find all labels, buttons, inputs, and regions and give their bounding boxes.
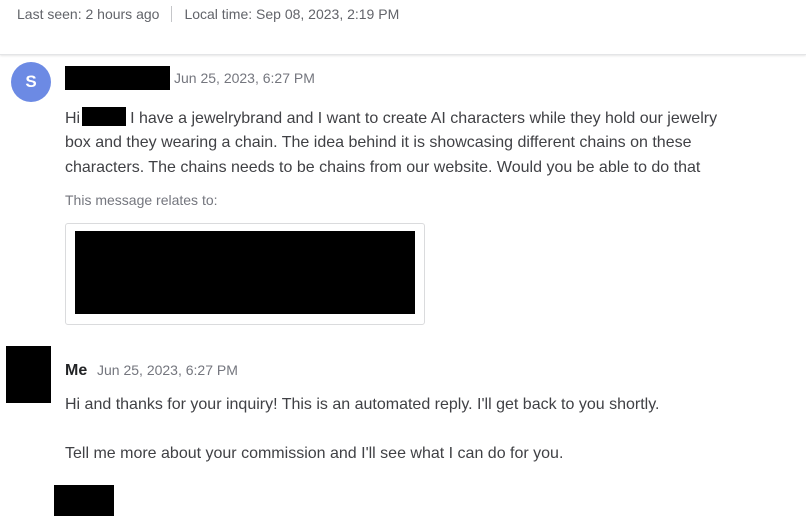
sender-avatar[interactable]: S [11,62,51,102]
related-gig-card[interactable] [65,223,425,325]
greeting-text: Hi [65,110,81,127]
contact-info-bar: Last seen: 2 hours ago Local time: Sep 08… [0,0,806,55]
message-line: characters. The chains needs to be chain… [65,159,701,176]
message-timestamp: Jun 25, 2023, 6:27 PM [174,70,315,86]
redacted-avatar [54,485,114,516]
message-timestamp: Jun 25, 2023, 6:27 PM [97,362,238,378]
divider [171,6,173,22]
last-seen-text: Last seen: 2 hours ago [17,6,160,22]
message-text: I have a jewelrybrand and I want to crea… [130,110,718,127]
message-line: Hi and thanks for your inquiry! This is … [65,396,660,413]
redacted-recipient-name [82,107,127,126]
sender-name: Me [65,362,88,379]
conversation-view: Last seen: 2 hours ago Local time: Sep 08… [0,0,806,516]
relates-label: This message relates to: [65,192,218,208]
contact-meta: Last seen: 2 hours ago Local time: Sep 08… [17,6,399,22]
message-line: Hi I have a jewelrybrand and I want to cr… [65,107,717,132]
message-line: box and they wearing a chain. The idea b… [65,134,692,151]
local-time-text: Local time: Sep 08, 2023, 2:19 PM [184,6,400,22]
my-avatar[interactable] [6,346,51,403]
redacted-sender-name [65,66,170,90]
message-line: Tell me more about your commission and I… [65,445,564,462]
redacted-gig-preview [75,231,415,314]
